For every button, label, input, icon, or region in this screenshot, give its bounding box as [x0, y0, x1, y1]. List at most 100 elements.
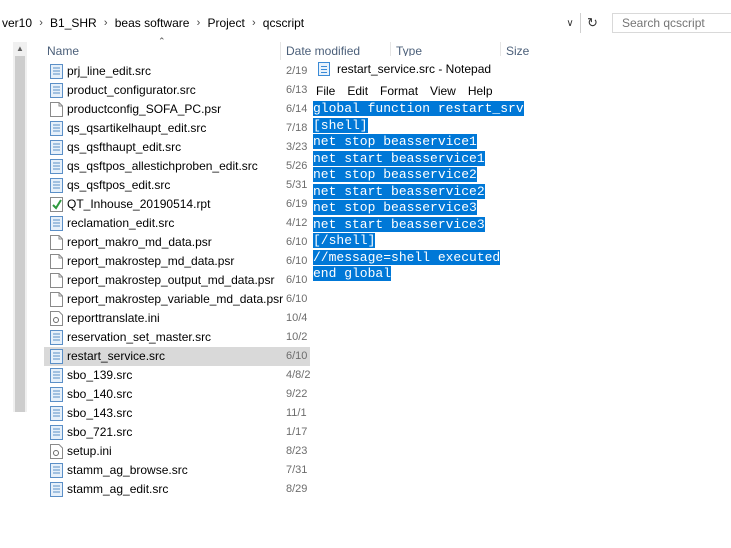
file-row[interactable]: sbo_721.src 1/17	[44, 423, 314, 442]
breadcrumb-item[interactable]: beas software	[113, 16, 192, 30]
selected-text: end global	[313, 266, 392, 281]
generic-file-icon	[50, 102, 63, 117]
generic-file-icon	[50, 254, 63, 269]
selected-text: net stop beasservice2	[313, 167, 477, 182]
file-name: qs_qsftpos_allestichproben_edit.src	[67, 159, 258, 173]
selected-text: net start beasservice3	[313, 216, 485, 232]
file-name: qs_qsfthaupt_edit.src	[67, 140, 182, 154]
column-header-name[interactable]: Name	[47, 42, 79, 60]
file-row[interactable]: qs_qsfthaupt_edit.src 3/23	[44, 138, 314, 157]
generic-file-icon	[50, 273, 63, 288]
src-file-icon	[50, 368, 63, 383]
scroll-up-arrow-icon[interactable]: ▲	[13, 42, 27, 56]
file-row[interactable]: qs_qsartikelhaupt_edit.src 7/18	[44, 119, 314, 138]
breadcrumb-item[interactable]: Project	[205, 16, 246, 30]
file-name: reclamation_edit.src	[67, 216, 175, 230]
generic-file-icon	[50, 235, 63, 250]
src-file-icon	[50, 387, 63, 402]
file-row[interactable]: restart_service.src 6/10	[44, 347, 314, 366]
file-row[interactable]: report_makrostep_variable_md_data.psr 6/1…	[44, 290, 314, 309]
text-editor-area[interactable]: global function restart_srv [shell] net st…	[313, 101, 524, 283]
file-row[interactable]: productconfig_SOFA_PC.psr 6/14	[44, 100, 314, 119]
file-name: product_configurator.src	[67, 83, 196, 97]
selected-text: net stop beasservice3	[313, 200, 477, 215]
search-box	[612, 13, 731, 33]
file-row[interactable]: sbo_143.src 11/1	[44, 404, 314, 423]
menu-help[interactable]: Help	[462, 82, 499, 100]
src-file-icon	[50, 64, 63, 79]
file-row[interactable]: reclamation_edit.src 4/12	[44, 214, 314, 233]
breadcrumb-item[interactable]: qcscript	[261, 16, 306, 30]
file-row[interactable]: product_configurator.src 6/13	[44, 81, 314, 100]
menu-edit[interactable]: Edit	[341, 82, 374, 100]
menu-file[interactable]: File	[310, 82, 341, 100]
breadcrumb-item[interactable]: ver10	[0, 16, 34, 30]
chevron-right-icon[interactable]: ›	[99, 17, 113, 29]
text-line: net stop beasservice2	[313, 167, 524, 184]
scrollbar-thumb[interactable]	[15, 56, 25, 412]
file-name: qs_qsartikelhaupt_edit.src	[67, 121, 207, 135]
notepad-window: restart_service.src - Notepad File Edit …	[310, 56, 731, 548]
file-row[interactable]: sbo_139.src 4/8/2	[44, 366, 314, 385]
file-row[interactable]: QT_Inhouse_20190514.rpt 6/19	[44, 195, 314, 214]
file-row[interactable]: qs_qsftpos_edit.src 5/31	[44, 176, 314, 195]
src-file-icon	[50, 159, 63, 174]
settings-file-icon	[50, 444, 63, 459]
chevron-down-icon[interactable]: ∨	[560, 18, 580, 29]
file-name: report_makrostep_md_data.psr	[67, 254, 235, 268]
notepad-titlebar[interactable]: restart_service.src - Notepad	[310, 56, 731, 82]
file-row[interactable]: stamm_ag_edit.src 8/29	[44, 480, 314, 499]
file-name: sbo_721.src	[67, 425, 133, 439]
file-name: setup.ini	[67, 444, 112, 458]
file-row[interactable]: prj_line_edit.src 2/19	[44, 62, 314, 81]
window-title: restart_service.src - Notepad	[337, 62, 492, 76]
src-file-icon	[50, 482, 63, 497]
menu-format[interactable]: Format	[374, 82, 424, 100]
generic-file-icon	[50, 292, 63, 307]
src-file-icon	[50, 406, 63, 421]
menu-bar: File Edit Format View Help	[310, 82, 499, 100]
text-line: //message=shell executed	[313, 249, 524, 267]
chevron-right-icon[interactable]: ›	[34, 17, 48, 29]
file-row[interactable]: setup.ini 8/23	[44, 442, 314, 461]
file-name: report_makrostep_variable_md_data.psr	[67, 292, 284, 306]
text-line: net start beasservice3	[313, 216, 524, 234]
breadcrumb-item[interactable]: B1_SHR	[48, 16, 99, 30]
text-line: net stop beasservice1	[313, 134, 524, 151]
selected-text: [shell]	[313, 117, 368, 133]
src-file-icon	[50, 463, 63, 478]
file-row[interactable]: reservation_set_master.src 10/2	[44, 328, 314, 347]
file-row[interactable]: sbo_140.src 9/22	[44, 385, 314, 404]
file-name: sbo_140.src	[67, 387, 133, 401]
src-file-icon	[50, 216, 63, 231]
column-divider[interactable]	[280, 42, 281, 60]
file-row[interactable]: qs_qsftpos_allestichproben_edit.src 5/26	[44, 157, 314, 176]
menu-view[interactable]: View	[424, 82, 462, 100]
file-row[interactable]: stamm_ag_browse.src 7/31	[44, 461, 314, 480]
text-line: net start beasservice1	[313, 150, 524, 168]
src-file-icon	[50, 140, 63, 155]
address-bar: ver10 › B1_SHR › beas software › Project…	[0, 0, 731, 42]
file-row[interactable]: report_makrostep_output_md_data.psr 6/10	[44, 271, 314, 290]
src-file-icon	[50, 83, 63, 98]
selected-text: global function restart_srv	[313, 101, 524, 116]
file-name: QT_Inhouse_20190514.rpt	[67, 197, 211, 211]
src-file-icon	[50, 178, 63, 193]
file-name: restart_service.src	[67, 349, 166, 363]
chevron-right-icon[interactable]: ›	[191, 17, 205, 29]
text-line: net stop beasservice3	[313, 200, 524, 217]
file-name: qs_qsftpos_edit.src	[67, 178, 171, 192]
file-name: stamm_ag_edit.src	[67, 482, 169, 496]
vertical-scrollbar[interactable]: ▲	[13, 42, 27, 412]
refresh-icon[interactable]: ↻	[580, 13, 604, 33]
selected-text: net stop beasservice1	[313, 134, 477, 149]
chevron-right-icon[interactable]: ›	[247, 17, 261, 29]
src-file-icon	[50, 121, 63, 136]
file-row[interactable]: report_makrostep_md_data.psr 6/10	[44, 252, 314, 271]
file-row[interactable]: report_makro_md_data.psr 6/10	[44, 233, 314, 252]
text-line: end global	[313, 266, 524, 283]
search-input[interactable]	[613, 14, 731, 32]
src-file-icon	[50, 425, 63, 440]
file-row[interactable]: reporttranslate.ini 10/4	[44, 309, 314, 328]
selected-text: net start beasservice1	[313, 150, 485, 166]
